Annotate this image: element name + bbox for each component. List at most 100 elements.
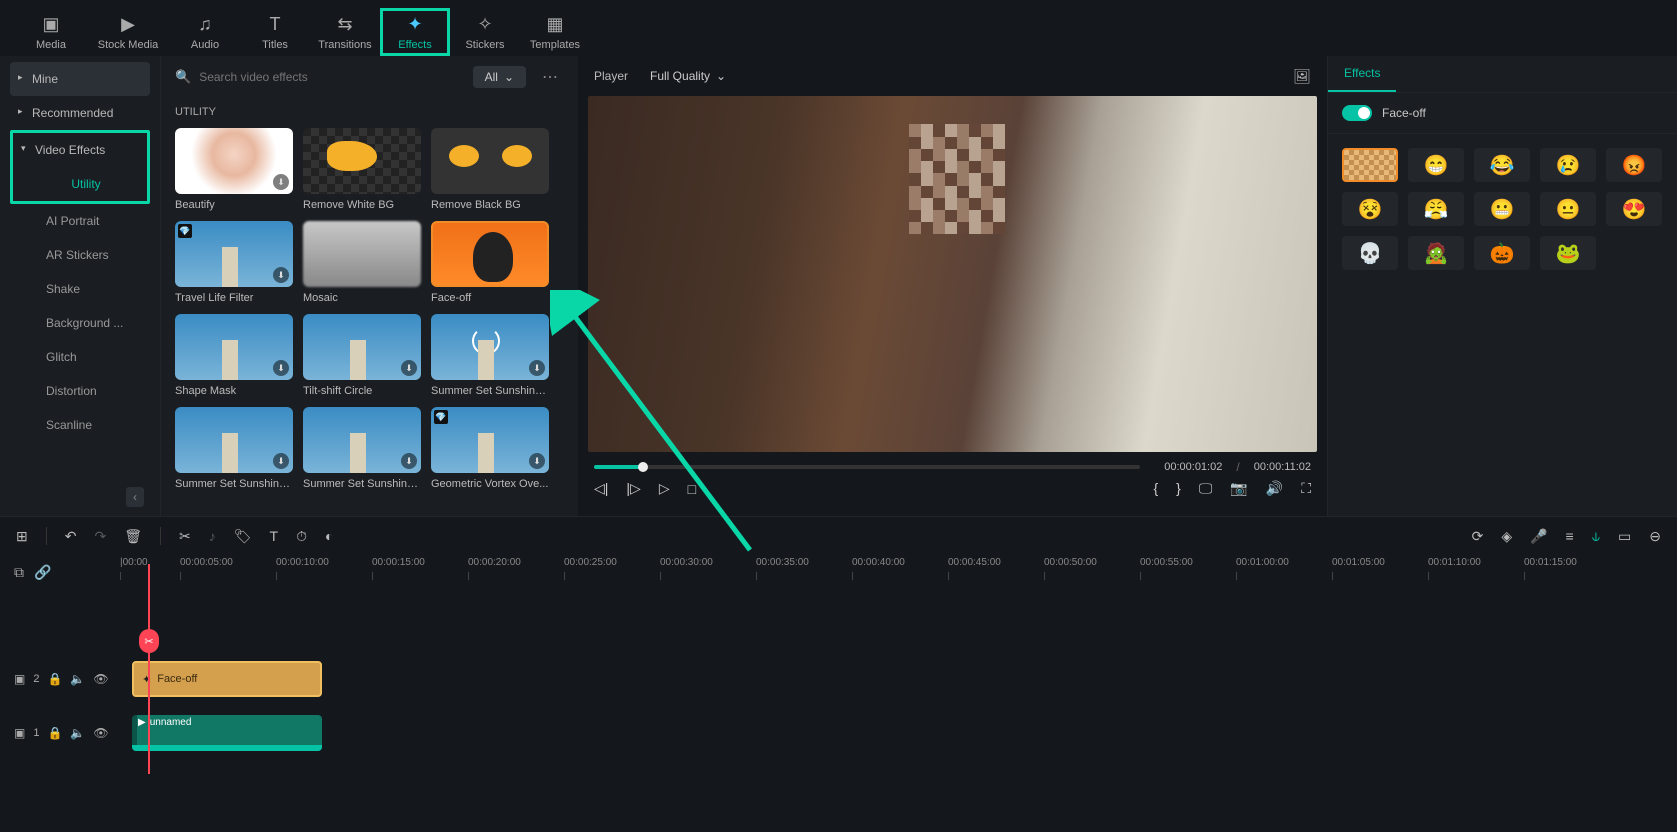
mark-out-button[interactable]: } — [1176, 480, 1181, 497]
audio-edit-button[interactable]: ♪ — [209, 528, 216, 544]
clip-faceoff[interactable]: ✦ Face-off — [132, 661, 322, 697]
sidebar-ar-stickers[interactable]: AR Stickers — [10, 238, 150, 272]
sidebar-video-effects[interactable]: Video Effects — [13, 133, 147, 167]
sidebar-recommended[interactable]: Recommended — [10, 96, 150, 130]
preview-panel: Player Full Quality⌄ 🖼 — [578, 56, 1327, 516]
tab-effects[interactable]: ✦Effects — [380, 8, 450, 56]
marker-button[interactable]: ◈ — [1501, 528, 1512, 545]
face-emoji-9[interactable]: 😍 — [1606, 192, 1662, 226]
faceoff-toggle[interactable] — [1342, 105, 1372, 121]
more-button[interactable]: ⋯ — [536, 67, 564, 87]
color-button[interactable]: ◐ — [325, 528, 333, 544]
ruler-tick: 00:01:00:00 — [1236, 557, 1332, 568]
effect-beautify[interactable]: ⬇Beautify — [175, 128, 293, 211]
zoom-out-button[interactable]: ⊖ — [1649, 528, 1661, 545]
tab-transitions-label: Transitions — [318, 39, 371, 51]
sidebar-background[interactable]: Background ... — [10, 306, 150, 340]
tag-button[interactable]: 🏷 — [234, 528, 252, 545]
snapshot-setting-icon[interactable]: 🖼 — [1293, 68, 1311, 85]
effect-remove-white-bg[interactable]: Remove White BG — [303, 128, 421, 211]
fullscreen-button[interactable]: ⛶ — [1301, 480, 1311, 497]
face-emoji-1[interactable]: 😁 — [1408, 148, 1464, 182]
sidebar-pager[interactable]: ‹ — [10, 484, 150, 510]
face-mosaic[interactable] — [1342, 148, 1398, 182]
effect-travel-life-filter[interactable]: 💎⬇Travel Life Filter — [175, 221, 293, 304]
stop-button[interactable]: □ — [688, 481, 696, 497]
face-emoji-6[interactable]: 😤 — [1408, 192, 1464, 226]
redo-button[interactable]: ↷ — [94, 528, 106, 545]
magnet-button[interactable]: ⫝ — [1592, 528, 1600, 545]
filter-dropdown[interactable]: All⌄ — [473, 66, 526, 88]
delete-button[interactable]: 🗑 — [124, 528, 142, 545]
effect-face-off[interactable]: Face-off — [431, 221, 549, 304]
timeline-expand-icon[interactable]: ⧉ — [14, 564, 24, 581]
next-frame-button[interactable]: |▷ — [626, 480, 640, 497]
eye-icon[interactable]: 👁 — [93, 672, 108, 686]
video-preview[interactable] — [588, 96, 1317, 452]
sidebar-utility[interactable]: Utility — [13, 167, 147, 201]
seek-thumb[interactable] — [638, 462, 648, 472]
tab-transitions[interactable]: ⇆Transitions — [310, 8, 380, 56]
effect-summer-sunshine-1[interactable]: ⬇Summer Set Sunshine ... — [431, 314, 549, 397]
lock-icon[interactable]: 🔒 — [47, 672, 62, 686]
face-emoji-10[interactable]: 💀 — [1342, 236, 1398, 270]
text-button[interactable]: T — [270, 528, 279, 544]
prev-frame-button[interactable]: ◁| — [594, 480, 608, 497]
sidebar-mine[interactable]: Mine — [10, 62, 150, 96]
mixer-button[interactable]: ≡ — [1566, 528, 1574, 545]
effect-mosaic[interactable]: Mosaic — [303, 221, 421, 304]
face-emoji-12[interactable]: 🎃 — [1474, 236, 1530, 270]
face-emoji-13[interactable]: 🐸 — [1540, 236, 1596, 270]
snapshot-button[interactable]: 📷 — [1230, 480, 1247, 497]
face-emoji-2[interactable]: 😂 — [1474, 148, 1530, 182]
effect-summer-sunshine-3[interactable]: ⬇Summer Set Sunshine ... — [303, 407, 421, 490]
face-emoji-5[interactable]: 😵 — [1342, 192, 1398, 226]
tab-stickers[interactable]: ✧Stickers — [450, 8, 520, 56]
effect-remove-black-bg[interactable]: Remove Black BG — [431, 128, 549, 211]
right-tab-effects[interactable]: Effects — [1328, 56, 1396, 92]
ruler-tick: 00:01:05:00 — [1332, 557, 1428, 568]
mark-in-button[interactable]: { — [1153, 480, 1158, 497]
mute-icon[interactable]: 🔈 — [70, 672, 85, 686]
tab-stock-media[interactable]: ▶Stock Media — [86, 8, 170, 56]
playhead[interactable]: ✂ — [148, 564, 150, 774]
tab-media[interactable]: ▣Media — [16, 8, 86, 56]
tab-audio[interactable]: ♫Audio — [170, 8, 240, 56]
speed-button[interactable]: ⏱ — [296, 528, 307, 545]
sidebar-ai-portrait[interactable]: AI Portrait — [10, 204, 150, 238]
effect-summer-sunshine-2[interactable]: ⬇Summer Set Sunshine ... — [175, 407, 293, 490]
face-emoji-7[interactable]: 😬 — [1474, 192, 1530, 226]
voiceover-button[interactable]: 🎤 — [1530, 528, 1547, 545]
volume-button[interactable]: 🔊 — [1266, 480, 1283, 497]
play-button[interactable]: ▷ — [659, 480, 670, 497]
timeline-link-icon[interactable]: 🔗 — [34, 564, 51, 581]
render-button[interactable]: ⟳ — [1472, 528, 1484, 545]
adjust-button[interactable]: ▭ — [1618, 528, 1631, 545]
sidebar-shake[interactable]: Shake — [10, 272, 150, 306]
sidebar-glitch[interactable]: Glitch — [10, 340, 150, 374]
tab-titles[interactable]: TTitles — [240, 8, 310, 56]
lock-icon[interactable]: 🔒 — [47, 726, 62, 740]
search-input[interactable] — [199, 70, 462, 84]
grid-button[interactable]: ⊞ — [16, 528, 28, 545]
time-ruler[interactable]: |00:00 00:00:05:00 00:00:10:00 00:00:15:… — [120, 557, 1677, 587]
eye-icon[interactable]: 👁 — [93, 726, 108, 740]
sidebar-scanline[interactable]: Scanline — [10, 408, 150, 442]
undo-button[interactable]: ↶ — [65, 528, 77, 545]
tab-templates[interactable]: ▦Templates — [520, 8, 590, 56]
sidebar-distortion[interactable]: Distortion — [10, 374, 150, 408]
face-emoji-11[interactable]: 🧟 — [1408, 236, 1464, 270]
face-emoji-8[interactable]: 😐 — [1540, 192, 1596, 226]
quality-dropdown[interactable]: Full Quality⌄ — [642, 66, 734, 86]
seek-bar[interactable] — [594, 465, 1140, 469]
effect-geometric-vortex[interactable]: 💎⬇Geometric Vortex Ove... — [431, 407, 549, 490]
display-button[interactable]: 🖵 — [1199, 480, 1213, 497]
clip-video[interactable]: ▶unnamed — [132, 715, 322, 751]
split-button[interactable]: ✂ — [179, 528, 191, 545]
effect-shape-mask[interactable]: ⬇Shape Mask — [175, 314, 293, 397]
face-emoji-3[interactable]: 😢 — [1540, 148, 1596, 182]
mute-icon[interactable]: 🔈 — [70, 726, 85, 740]
face-emoji-4[interactable]: 😡 — [1606, 148, 1662, 182]
playhead-scissors-icon[interactable]: ✂ — [139, 629, 159, 653]
effect-tilt-shift-circle[interactable]: ⬇Tilt-shift Circle — [303, 314, 421, 397]
